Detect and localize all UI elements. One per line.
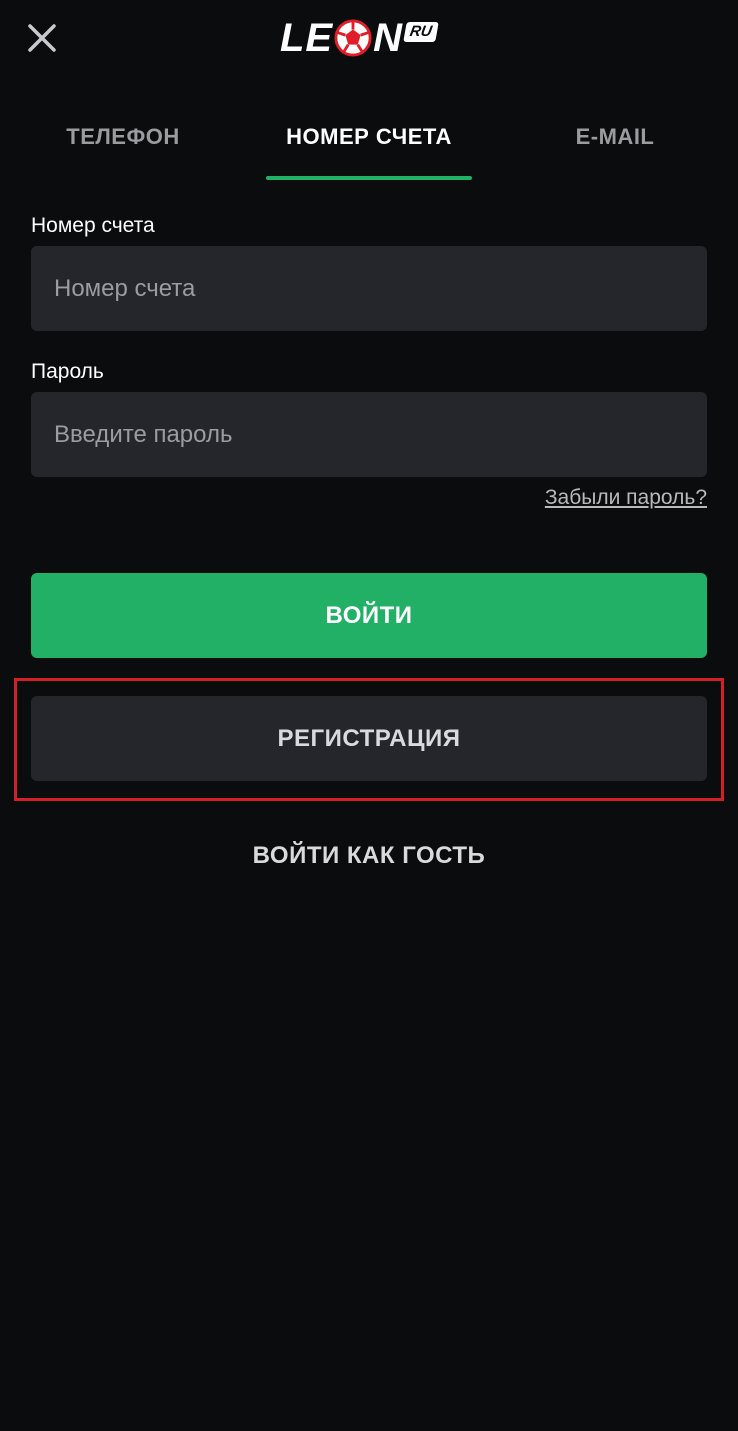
account-number-input[interactable]: [31, 246, 707, 331]
logo-badge-ru: RU: [403, 22, 439, 42]
login-method-tabs: ТЕЛЕФОН НОМЕР СЧЕТА E-MAIL: [0, 112, 738, 182]
logo-text-n: N: [373, 16, 404, 60]
tab-phone[interactable]: ТЕЛЕФОН: [0, 112, 246, 182]
close-icon: [28, 24, 56, 52]
guest-login-button[interactable]: ВОЙТИ КАК ГОСТЬ: [0, 842, 738, 870]
close-button[interactable]: [20, 18, 64, 62]
account-number-label: Номер счета: [31, 214, 155, 237]
login-button[interactable]: ВОЙТИ: [31, 573, 707, 658]
forgot-password-link[interactable]: Забыли пароль?: [545, 486, 707, 510]
soccer-ball-icon: [334, 19, 372, 57]
login-screen: LE N RU ТЕЛЕФОН НОМЕР СЧЕТА E-MAIL Номер…: [0, 0, 738, 1431]
password-label: Пароль: [31, 360, 104, 383]
brand-logo: LE N RU: [280, 16, 439, 60]
password-input[interactable]: [31, 392, 707, 477]
tab-email[interactable]: E-MAIL: [492, 112, 738, 182]
tab-account-number[interactable]: НОМЕР СЧЕТА: [246, 112, 492, 182]
register-button[interactable]: РЕГИСТРАЦИЯ: [31, 696, 707, 781]
logo-text-le: LE: [280, 16, 334, 60]
